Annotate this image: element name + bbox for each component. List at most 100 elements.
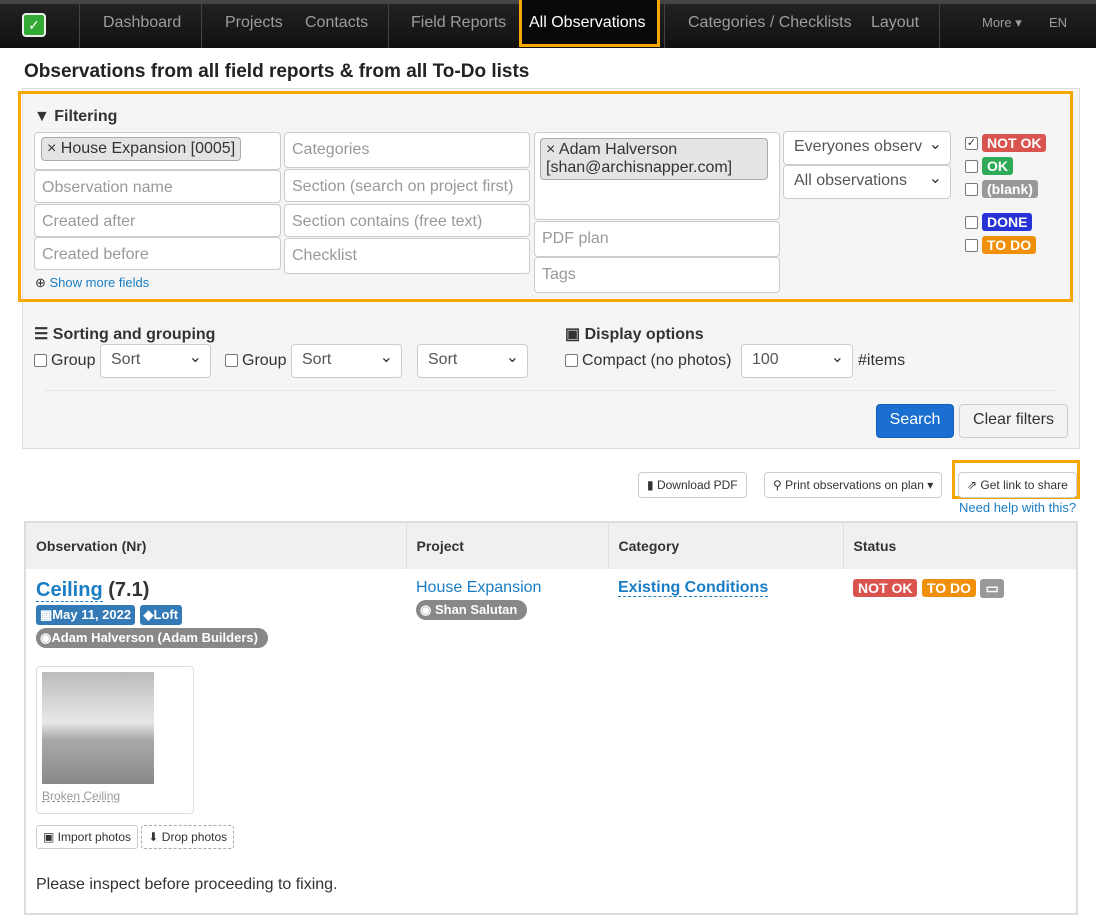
date-label: May 11, 2022 [52, 607, 132, 622]
type-select[interactable]: All observations [783, 165, 951, 199]
page-title: Observations from all field reports & fr… [24, 61, 530, 82]
assignee-pill[interactable]: ◉Adam Halverson (Adam Builders) [36, 628, 268, 648]
checkbox[interactable]: ✓ [965, 137, 978, 151]
tag-label: Loft [153, 607, 179, 622]
display-label: Display options [584, 326, 704, 343]
checkbox[interactable] [965, 160, 978, 174]
comment-icon[interactable]: ▭ [980, 579, 1004, 598]
observation-description: Please inspect before proceeding to fixi… [36, 876, 338, 893]
search-button[interactable]: Search [876, 404, 954, 438]
group-label: Group [51, 352, 96, 369]
checkbox[interactable] [965, 216, 978, 230]
status-badge: OK [982, 157, 1013, 175]
display-heading: ▣ Display options [565, 324, 704, 344]
get-link-button[interactable]: ⇗ Get link to share [958, 472, 1077, 498]
col-category[interactable]: Category [608, 522, 844, 569]
tag-icon: ◆ [143, 607, 154, 622]
nav-field-reports[interactable]: Field Reports [411, 4, 506, 48]
nav-more-dropdown[interactable]: More ▾ [982, 4, 1022, 48]
file-icon: ▮ [647, 478, 657, 492]
import-label: Import photos [57, 830, 132, 844]
drop-label: Drop photos [161, 830, 228, 844]
section-input[interactable]: Section (search on project first) [284, 169, 530, 202]
clear-filters-button[interactable]: Clear filters [959, 404, 1068, 438]
plus-circle-icon: ⊕ [35, 275, 50, 290]
nav-categories[interactable]: Categories / Checklists [688, 4, 852, 48]
nav-layout[interactable]: Layout [871, 4, 919, 48]
items-label: #items [858, 352, 906, 369]
user-tag[interactable]: × Adam Halverson [shan@archisnapper.com] [540, 138, 768, 180]
observation-name-input[interactable]: Observation name [34, 170, 281, 203]
col-status[interactable]: Status [843, 522, 1078, 569]
section-contains-input[interactable]: Section contains (free text) [284, 204, 530, 237]
app-logo-icon[interactable]: ✓ [22, 13, 46, 37]
sort-select-1[interactable]: Sort [100, 344, 211, 378]
nav-projects[interactable]: Projects [225, 4, 283, 48]
sort-select-3[interactable]: Sort [417, 344, 528, 378]
drop-photos-zone[interactable]: ⬇ Drop photos [141, 825, 235, 849]
import-photos-button[interactable]: ▣ Import photos [36, 825, 139, 849]
nav-language[interactable]: EN [1049, 4, 1067, 48]
group-checkbox-2[interactable]: Group [225, 352, 286, 370]
top-navbar: ✓ Dashboard Projects Contacts Field Repo… [0, 0, 1096, 48]
help-link[interactable]: Need help with this? [959, 500, 1076, 515]
status-filter-not-ok[interactable]: ✓ NOT OK [965, 134, 1047, 153]
status-filter-ok[interactable]: OK [965, 157, 1046, 176]
items-select[interactable]: 100 [741, 344, 853, 378]
status-filter--blank-[interactable]: (blank) [965, 180, 1046, 199]
group-checkbox-1[interactable]: Group [34, 352, 95, 370]
status-filter-to-do[interactable]: TO DO [965, 236, 1046, 255]
share-label: Get link to share [980, 478, 1068, 492]
col-project[interactable]: Project [406, 522, 609, 569]
category-link[interactable]: Existing Conditions [618, 579, 769, 597]
sort-lines-icon: ☰ [34, 326, 53, 343]
compact-label: Compact (no photos) [582, 352, 732, 369]
download-pdf-button[interactable]: ▮ Download PDF [638, 472, 747, 498]
status-badge: (blank) [982, 180, 1038, 198]
filtering-label: Filtering [54, 108, 118, 125]
status-not-ok-badge[interactable]: NOT OK [853, 579, 918, 597]
observation-title[interactable]: Ceiling [36, 579, 103, 602]
photo-card[interactable]: Broken Ceiling [36, 666, 194, 814]
observation-number: (7.1) [108, 579, 150, 601]
calendar-icon: ▦ [40, 607, 53, 622]
photo-thumbnail[interactable] [42, 672, 154, 784]
sorting-heading: ☰ Sorting and grouping [34, 324, 215, 344]
created-before-input[interactable]: Created before [34, 237, 281, 270]
created-after-input[interactable]: Created after [34, 204, 281, 237]
checkbox[interactable] [965, 183, 978, 197]
pdf-plan-input[interactable]: PDF plan [534, 221, 780, 257]
show-more-fields-link[interactable]: ⊕ Show more fields [35, 275, 149, 291]
status-checkboxes: ✓ NOT OK OK (blank) DONE TO DO [965, 134, 1047, 259]
nav-contacts[interactable]: Contacts [305, 4, 368, 48]
categories-input[interactable]: Categories [284, 132, 530, 168]
owner-select[interactable]: Everyones observ [783, 131, 951, 165]
status-filter-done[interactable]: DONE [965, 213, 1046, 232]
user-pill: ◉ Shan Salutan [416, 600, 528, 620]
filtering-heading: ▼ Filtering [34, 108, 117, 126]
show-more-label[interactable]: Show more fields [50, 275, 150, 290]
project-tag[interactable]: × House Expansion [0005] [41, 137, 242, 161]
project-tag-label: House Expansion [0005] [60, 140, 236, 157]
nav-all-observations[interactable]: All Observations [519, 0, 660, 47]
tag-badge[interactable]: ◆Loft [139, 605, 183, 625]
observations-table: Observation (Nr) Project Category Status… [24, 521, 1078, 915]
divider [44, 390, 1056, 391]
checkbox[interactable] [965, 239, 978, 253]
sort-select-2[interactable]: Sort [291, 344, 402, 378]
tags-input[interactable]: Tags [534, 257, 780, 293]
project-link[interactable]: House Expansion [416, 579, 541, 596]
user-filter[interactable]: × Adam Halverson [shan@archisnapper.com] [534, 132, 780, 220]
status-badge: NOT OK [982, 134, 1047, 152]
group-label: Group [242, 352, 287, 369]
compact-checkbox[interactable]: Compact (no photos) [565, 352, 731, 370]
status-todo-badge[interactable]: TO DO [921, 579, 976, 597]
col-observation[interactable]: Observation (Nr) [25, 522, 407, 569]
print-on-plan-button[interactable]: ⚲ Print observations on plan ▾ [764, 472, 943, 498]
project-filter[interactable]: × House Expansion [0005] [34, 132, 281, 170]
user-tag-label: Adam Halverson [shan@archisnapper.com] [546, 141, 733, 176]
nav-dashboard[interactable]: Dashboard [103, 4, 181, 48]
photo-caption[interactable]: Broken Ceiling [42, 789, 188, 803]
download-pdf-label: Download PDF [656, 478, 738, 492]
checklist-input[interactable]: Checklist [284, 238, 530, 274]
